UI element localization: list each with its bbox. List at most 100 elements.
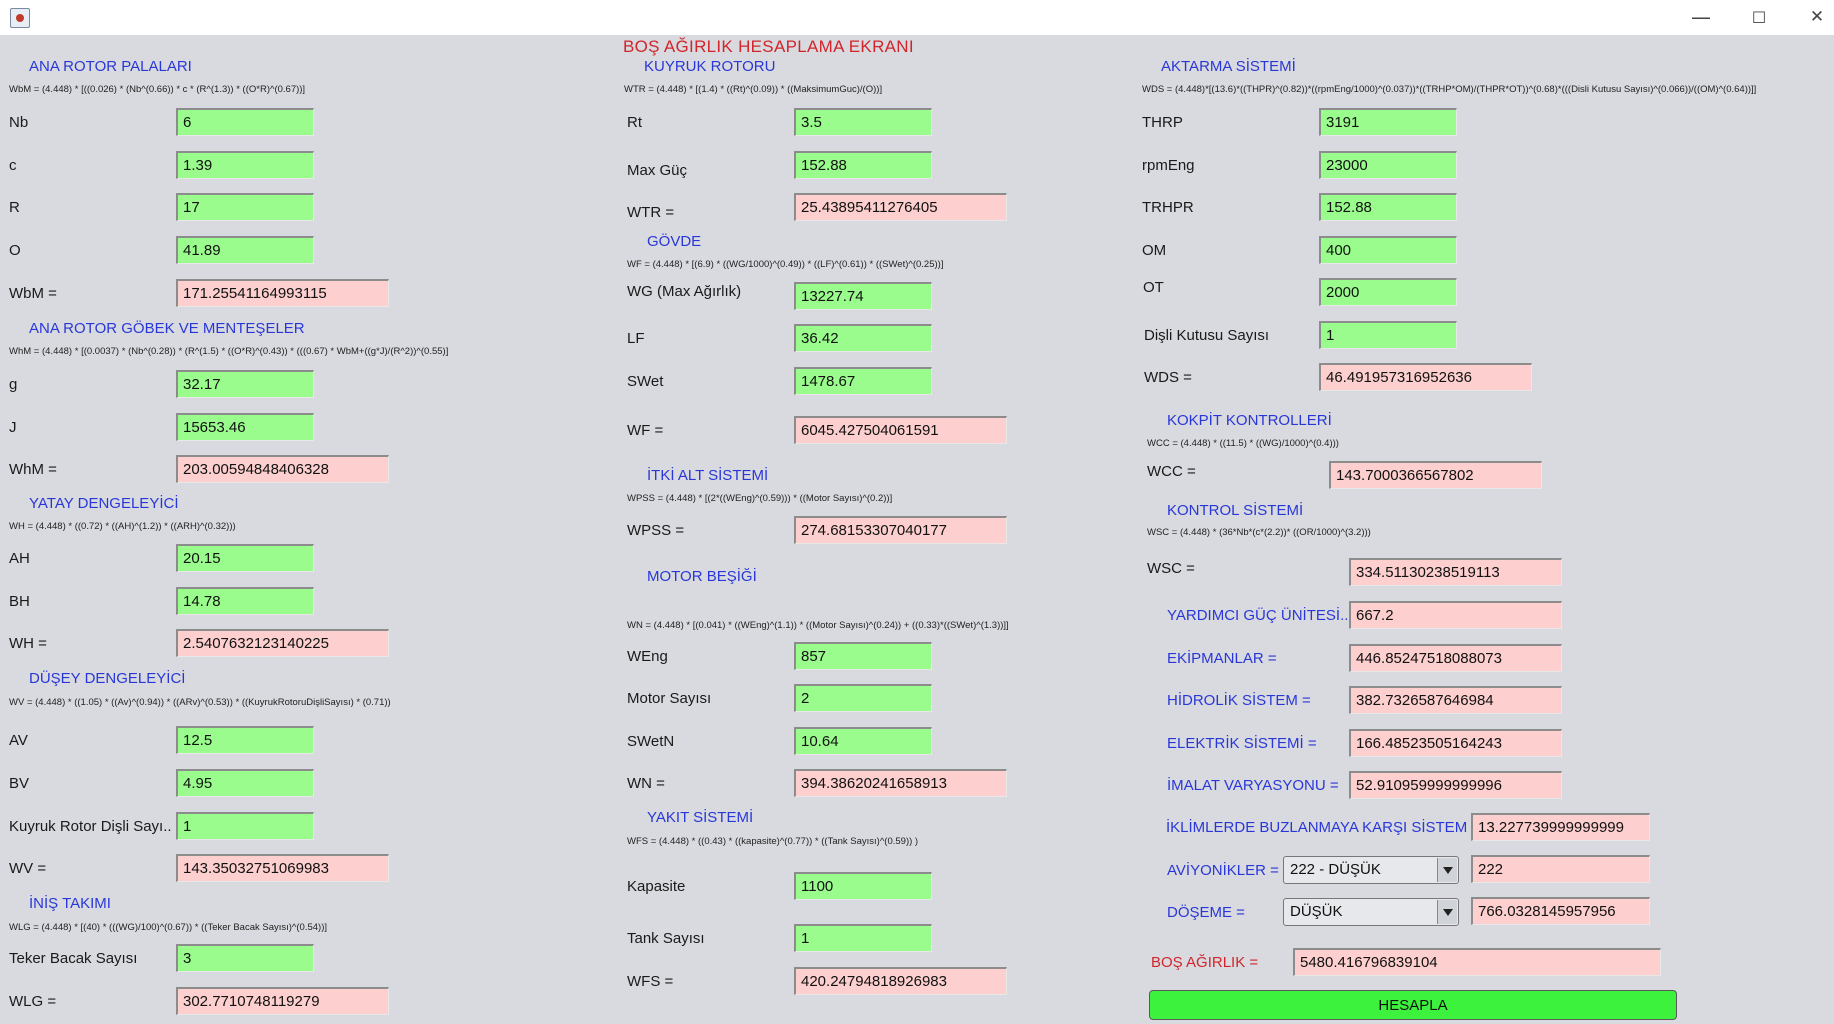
label-c: c (9, 157, 17, 174)
output-wds: 46.491957316952636 (1319, 363, 1532, 391)
aviyonik-select-value: 222 - DÜŞÜK (1290, 861, 1381, 878)
input-disli-kutusu[interactable]: 1 (1319, 321, 1457, 349)
chevron-down-icon[interactable] (1437, 900, 1457, 924)
output-wbm: 171.25541164993115 (176, 279, 389, 307)
input-kapasite[interactable]: 1100 (794, 872, 932, 900)
formula-whm: WhM = (4.448) * [(0.0037) * (Nb^(0.28)) … (9, 346, 449, 357)
label-kuyruk-rotor-disli: Kuyruk Rotor Dişli Sayı.. (9, 818, 172, 835)
input-c[interactable]: 1.39 (176, 151, 314, 179)
minimize-button[interactable]: — (1678, 2, 1724, 32)
formula-wn: WN = (4.448) * [(0.041) * ((WEng)^(1.1))… (627, 620, 1009, 631)
output-wf: 6045.427504061591 (794, 416, 1007, 444)
input-bh[interactable]: 14.78 (176, 587, 314, 615)
label-yardimci-guc: YARDIMCI GÜÇ ÜNİTESİ.. (1167, 607, 1349, 624)
label-teker-bacak: Teker Bacak Sayısı (9, 950, 138, 967)
section-motor-besigi: MOTOR BEŞİĞİ (647, 568, 757, 585)
label-disli-kutusu: Dişli Kutusu Sayısı (1144, 327, 1270, 344)
input-av[interactable]: 12.5 (176, 726, 314, 754)
input-j[interactable]: 15653.46 (176, 413, 314, 441)
input-wg[interactable]: 13227.74 (794, 282, 932, 310)
input-rpmeng[interactable]: 23000 (1319, 151, 1457, 179)
input-bv[interactable]: 4.95 (176, 769, 314, 797)
label-whm: WhM = (9, 461, 57, 478)
formula-wds: WDS = (4.448)*[(13.6)*((THPR)^(0.82))*((… (1142, 84, 1757, 95)
label-thrp: THRP (1142, 114, 1183, 131)
section-yatay-dengeleyici: YATAY DENGELEYİCİ (29, 495, 179, 512)
hesapla-button[interactable]: HESAPLA (1149, 990, 1677, 1020)
label-doseme: DÖŞEME = (1167, 904, 1245, 921)
output-buzlanma: 13.227739999999999 (1471, 813, 1650, 841)
label-ekipmanlar: EKİPMANLAR = (1167, 650, 1277, 667)
input-swet[interactable]: 1478.67 (794, 367, 932, 395)
chevron-down-icon[interactable] (1437, 858, 1457, 882)
formula-wv: WV = (4.448) * ((1.05) * ((Av)^(0.94)) *… (9, 697, 391, 708)
label-wpss: WPSS = (627, 522, 685, 539)
input-ot[interactable]: 2000 (1319, 278, 1457, 306)
output-wv: 143.35032751069983 (176, 854, 389, 882)
aviyonik-level-select[interactable]: 222 - DÜŞÜK (1283, 856, 1459, 884)
output-elektrik: 166.48523505164243 (1349, 729, 1562, 757)
section-inis-takimi: İNİŞ TAKIMI (29, 895, 111, 912)
label-wbm: WbM = (9, 285, 57, 302)
section-ana-rotor-gobek: ANA ROTOR GÖBEK VE MENTEŞELER (29, 320, 305, 337)
output-wcc: 143.7000366567802 (1329, 461, 1542, 489)
label-o: O (9, 242, 21, 259)
label-imalat: İMALAT VARYASYONU = (1167, 777, 1339, 794)
input-g[interactable]: 32.17 (176, 370, 314, 398)
formula-wh: WH = (4.448) * ((0.72) * ((AH)^(1.2)) * … (9, 521, 236, 532)
label-tank-sayisi: Tank Sayısı (627, 930, 705, 947)
input-rt[interactable]: 3.5 (794, 108, 932, 136)
input-nb[interactable]: 6 (176, 108, 314, 136)
label-kapasite: Kapasite (627, 878, 686, 895)
doseme-select-value: DÜŞÜK (1290, 903, 1343, 920)
input-r[interactable]: 17 (176, 193, 314, 221)
label-swet: SWet (627, 373, 664, 390)
java-app-icon (10, 8, 30, 28)
section-yakit-sistemi: YAKIT SİSTEMİ (647, 809, 754, 826)
input-kuyruk-rotor-disli[interactable]: 1 (176, 812, 314, 840)
formula-wlg: WLG = (4.448) * [(40) * (((WG)/100)^(0.6… (9, 922, 328, 933)
input-trhpr[interactable]: 152.88 (1319, 193, 1457, 221)
doseme-level-select[interactable]: DÜŞÜK (1283, 898, 1459, 926)
label-wf: WF = (627, 422, 664, 439)
label-bos-agirlik: BOŞ AĞIRLIK = (1151, 954, 1259, 971)
input-om[interactable]: 400 (1319, 236, 1457, 264)
label-weng: WEng (627, 648, 668, 665)
formula-wtr: WTR = (4.448) * [(1.4) * ((Rt)^(0.09)) *… (624, 84, 883, 95)
formula-wpss: WPSS = (4.448) * [(2*((WEng)^(0.59))) * … (627, 493, 893, 504)
input-tank-sayisi[interactable]: 1 (794, 924, 932, 952)
screen-title: BOŞ AĞIRLIK HESAPLAMA EKRANI (623, 37, 914, 56)
label-aviyonikler: AVİYONİKLER = (1167, 862, 1279, 879)
maximize-button[interactable]: ☐ (1736, 2, 1782, 32)
input-swetn[interactable]: 10.64 (794, 727, 932, 755)
label-g: g (9, 376, 18, 393)
formula-wsc: WSC = (4.448) * (36*Nb*(c*(2.2))* ((OR/1… (1147, 527, 1371, 538)
label-buzlanma: İKLİMLERDE BUZLANMAYA KARŞI SİSTEM = (1166, 819, 1481, 836)
output-wn: 394.38620241658913 (794, 769, 1007, 797)
close-button[interactable]: ✕ (1794, 2, 1834, 32)
label-rpmeng: rpmEng (1142, 157, 1195, 174)
title-bar: — ☐ ✕ (0, 0, 1834, 35)
label-max-guc: Max Güç (627, 162, 688, 179)
input-weng[interactable]: 857 (794, 642, 932, 670)
section-dusey-dengeleyici: DÜŞEY DENGELEYİCİ (29, 670, 186, 687)
label-wcc: WCC = (1147, 463, 1196, 480)
output-doseme: 766.0328145957956 (1471, 897, 1650, 925)
input-lf[interactable]: 36.42 (794, 324, 932, 352)
section-kokpit-kontrolleri: KOKPİT KONTROLLERİ (1167, 412, 1332, 429)
input-teker-bacak[interactable]: 3 (176, 944, 314, 972)
label-av: AV (9, 732, 28, 749)
label-bv: BV (9, 775, 30, 792)
input-motor-sayisi[interactable]: 2 (794, 684, 932, 712)
label-bh: BH (9, 593, 30, 610)
label-wds: WDS = (1144, 369, 1192, 386)
output-wlg: 302.7710748119279 (176, 987, 389, 1015)
label-lf: LF (627, 330, 645, 347)
output-aviyonikler: 222 (1471, 855, 1650, 883)
input-max-guc[interactable]: 152.88 (794, 151, 932, 179)
input-ah[interactable]: 20.15 (176, 544, 314, 572)
input-o[interactable]: 41.89 (176, 236, 314, 264)
input-thrp[interactable]: 3191 (1319, 108, 1457, 136)
label-r: R (9, 199, 20, 216)
label-motor-sayisi: Motor Sayısı (627, 690, 712, 707)
